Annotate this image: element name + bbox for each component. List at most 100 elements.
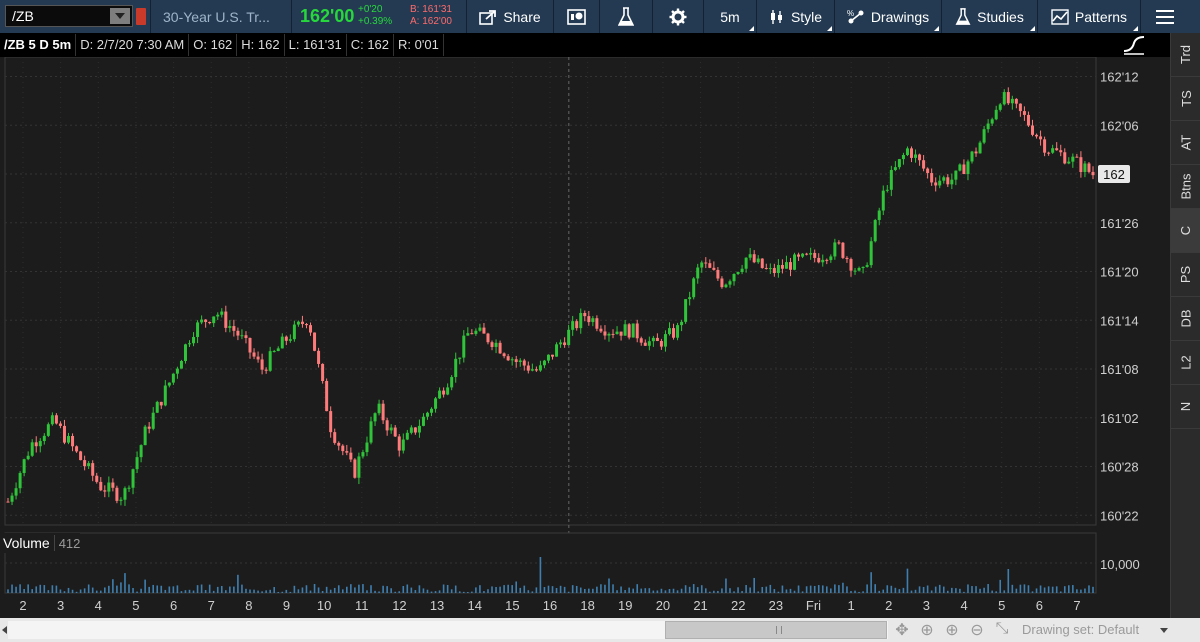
candle-body: [54, 415, 58, 424]
sidebar-tab-ps[interactable]: PS: [1171, 253, 1200, 297]
candle-body: [950, 179, 954, 185]
candle-body: [389, 427, 393, 431]
sidebar-tab-n[interactable]: N: [1171, 385, 1200, 429]
time-tick-label: 4: [95, 598, 102, 613]
candle-body: [341, 445, 345, 452]
drag-zoom-icon[interactable]: ⤡: [992, 620, 1012, 640]
candle-body: [667, 328, 671, 335]
ask-value: A: 162'00: [410, 16, 452, 27]
time-tick-label: Fri: [806, 598, 821, 613]
price-chart[interactable]: 162'12162'06162161'26161'20161'14161'081…: [0, 57, 1170, 618]
sidebar-tab-btns[interactable]: Btns: [1171, 165, 1200, 209]
studies-button[interactable]: Studies: [942, 0, 1037, 33]
sidebar-tab-ts[interactable]: TS: [1171, 77, 1200, 121]
crosshair-icon[interactable]: ⊕: [917, 620, 937, 640]
candle-body: [663, 334, 667, 347]
candle-body: [377, 403, 381, 414]
time-tick-label: 10: [317, 598, 331, 613]
candle-body: [284, 336, 288, 341]
candle-body: [563, 342, 567, 346]
candle-body: [780, 265, 784, 269]
svg-text:%: %: [847, 9, 854, 18]
zoom-in-icon[interactable]: ⊕: [942, 620, 962, 640]
candle-body: [268, 351, 272, 371]
drawings-label: Drawings: [870, 8, 930, 25]
timeframe-button[interactable]: 5m: [704, 0, 756, 33]
candle-body: [676, 325, 680, 338]
candle-body: [809, 253, 813, 255]
snapshot-button[interactable]: [554, 0, 599, 33]
time-tick-label: 13: [430, 598, 444, 613]
candle-body: [1006, 92, 1010, 104]
candle-body: [1035, 134, 1039, 137]
volume-study-label[interactable]: Volume 412: [3, 533, 81, 553]
style-button[interactable]: Style: [757, 0, 834, 33]
candle-body: [926, 168, 930, 174]
sidebar-tab-label: L2: [1178, 355, 1194, 370]
candle-body: [1091, 171, 1095, 176]
pan-icon[interactable]: ✥: [892, 620, 912, 640]
chevron-down-icon[interactable]: [1160, 628, 1168, 633]
sidebar-tab-trd[interactable]: Trd: [1171, 33, 1200, 77]
symbol-dropdown-button[interactable]: [110, 8, 130, 24]
bar-date: D: 2/7/20 7:30 AM: [76, 34, 190, 56]
candle-body: [909, 148, 913, 158]
candle-body: [647, 341, 651, 346]
candle-body: [369, 421, 373, 443]
patterns-button[interactable]: Patterns: [1038, 0, 1140, 33]
candle-body: [325, 380, 329, 412]
chart-style-icon[interactable]: [1122, 35, 1146, 55]
candle-body: [865, 265, 869, 267]
candle-body: [813, 253, 817, 258]
candle-body: [623, 324, 627, 336]
candle-body: [1026, 114, 1030, 126]
time-tick-label: 22: [731, 598, 745, 613]
candle-body: [1014, 98, 1018, 104]
candle-body: [857, 267, 861, 271]
candle-body: [1002, 92, 1006, 105]
candle-body: [478, 327, 482, 331]
candle-body: [14, 488, 18, 496]
candle-body: [631, 323, 635, 338]
menu-corner-icon: [934, 26, 939, 31]
candle-body: [922, 160, 926, 169]
candle-body: [22, 459, 26, 474]
scroll-thumb[interactable]: [665, 621, 887, 639]
flask-button[interactable]: [600, 0, 652, 33]
candle-body: [79, 451, 83, 461]
candle-body: [147, 426, 151, 429]
time-tick-label: 12: [392, 598, 406, 613]
sidebar-tab-db[interactable]: DB: [1171, 297, 1200, 341]
symbol-selector[interactable]: /ZB: [5, 5, 133, 27]
candle-body: [486, 333, 490, 343]
chart-menu-button[interactable]: [1141, 0, 1189, 33]
change-value: +0'20: [358, 4, 383, 15]
candle-body: [450, 377, 454, 388]
candle-body: [260, 359, 264, 370]
expand-area: [1098, 33, 1170, 57]
menu-corner-icon: [1133, 26, 1138, 31]
link-flag-icon[interactable]: [136, 8, 146, 25]
time-tick-label: 19: [618, 598, 632, 613]
sidebar-tab-at[interactable]: AT: [1171, 121, 1200, 165]
scroll-left-icon[interactable]: [2, 626, 7, 634]
candle-body: [958, 164, 962, 171]
share-button[interactable]: Share: [467, 0, 553, 33]
candle-body: [825, 259, 829, 261]
drawings-button[interactable]: % Drawings: [835, 0, 941, 33]
settings-button[interactable]: [653, 0, 703, 33]
sidebar-tab-c[interactable]: C: [1171, 209, 1200, 253]
candle-body: [58, 423, 62, 426]
candle-body: [768, 268, 772, 270]
symbol-input[interactable]: /ZB: [6, 8, 34, 24]
timeframe-label: 5m: [720, 8, 740, 25]
time-tick-label: 4: [960, 598, 967, 613]
drawing-set-label[interactable]: Drawing set: Default: [1022, 622, 1139, 637]
candle-body: [34, 442, 38, 447]
chart-symbol-label[interactable]: /ZB 5 D 5m: [0, 34, 77, 56]
sidebar-tab-l2[interactable]: L2: [1171, 341, 1200, 385]
candle-body: [171, 373, 175, 383]
zoom-out-icon[interactable]: ⊖: [967, 620, 987, 640]
volume-tick-label: 10,000: [1100, 557, 1140, 572]
candle-body: [716, 269, 720, 279]
